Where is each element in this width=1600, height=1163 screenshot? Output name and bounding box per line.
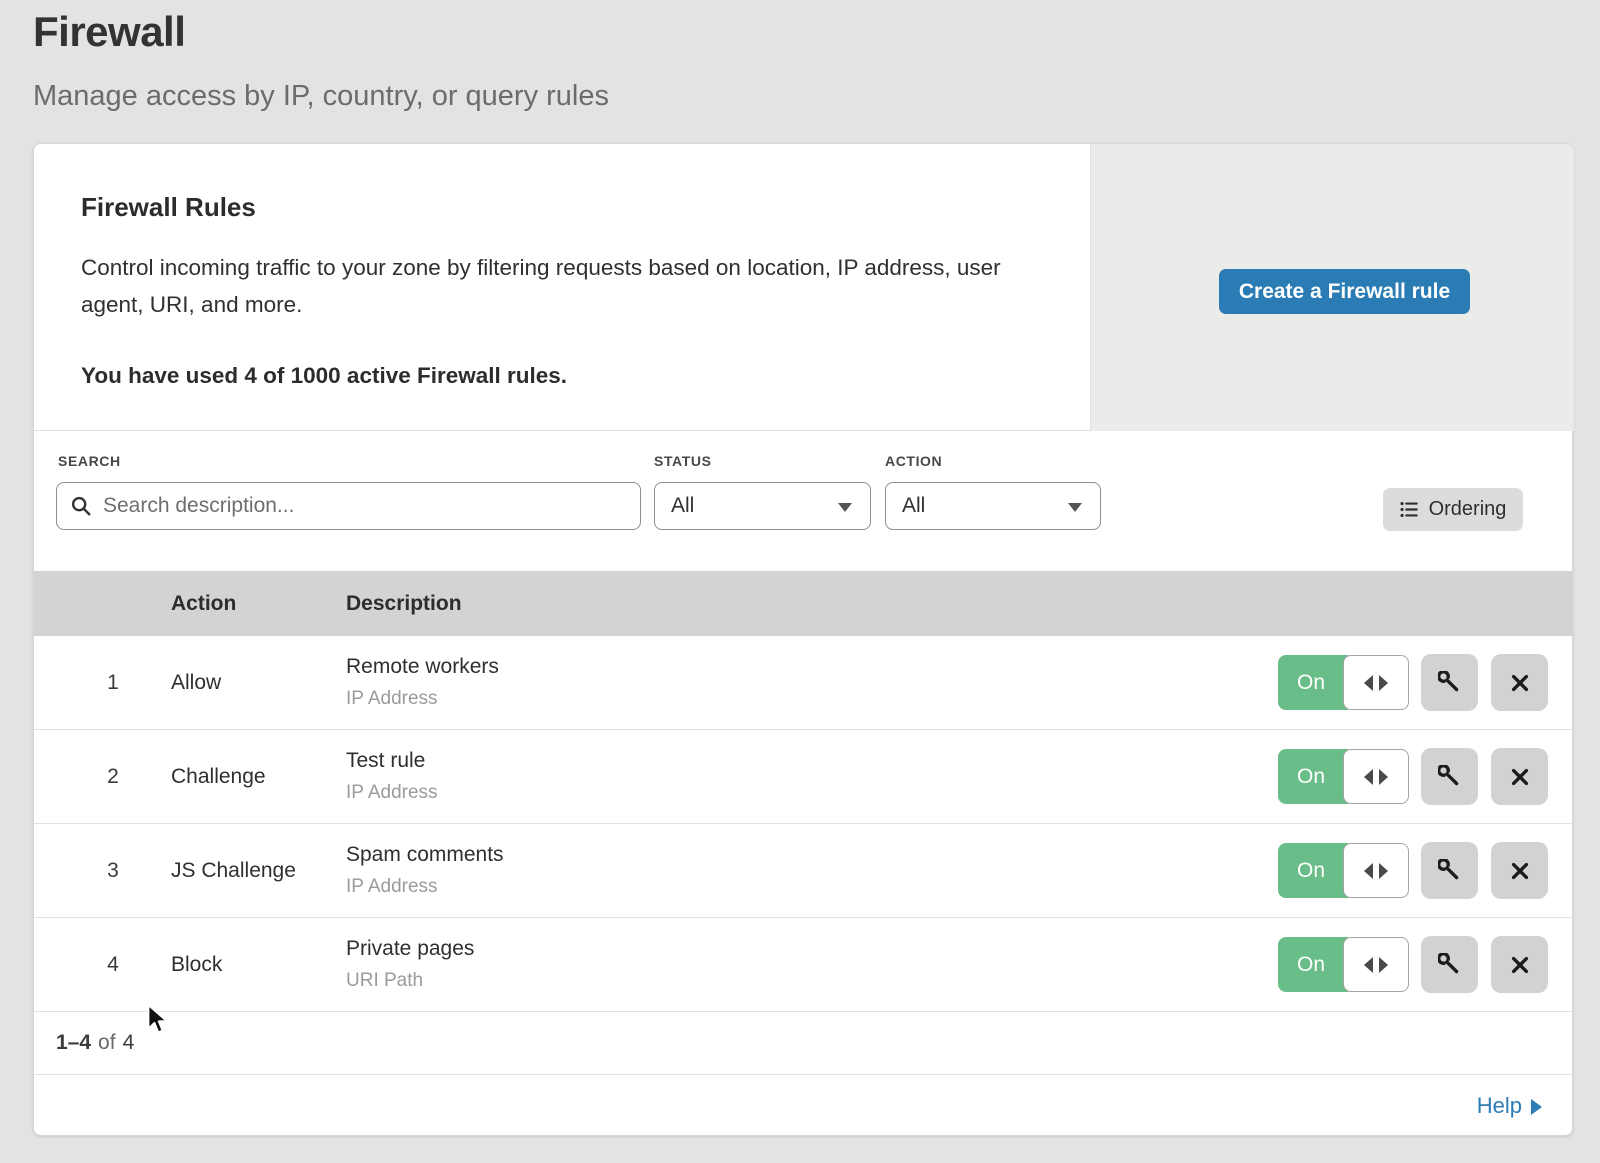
chevron-down-icon xyxy=(1068,503,1082,512)
column-header-description: Description xyxy=(346,592,462,616)
search-field-wrap xyxy=(56,482,641,530)
arrow-right-icon xyxy=(1379,675,1388,691)
rule-enabled-toggle[interactable]: On xyxy=(1278,937,1409,992)
edit-rule-button[interactable] xyxy=(1421,936,1478,993)
rule-priority: 1 xyxy=(98,671,128,695)
status-select-value: All xyxy=(671,494,694,518)
rules-summary-section: Firewall Rules Control incoming traffic … xyxy=(34,144,1572,431)
rule-action: Challenge xyxy=(171,765,266,789)
table-header: Action Description xyxy=(34,571,1572,636)
filters-bar: SEARCH STATUS All ACTION All xyxy=(34,431,1572,571)
pagination-status: 1–4 of 4 xyxy=(34,1012,1572,1074)
toggle-handle[interactable] xyxy=(1343,937,1409,992)
rules-description: Control incoming traffic to your zone by… xyxy=(81,249,1031,323)
rule-match-type: IP Address xyxy=(346,688,438,710)
edit-rule-button[interactable] xyxy=(1421,654,1478,711)
rule-action: Block xyxy=(171,953,222,977)
create-firewall-rule-button[interactable]: Create a Firewall rule xyxy=(1219,269,1470,314)
firewall-page: Firewall Manage access by IP, country, o… xyxy=(0,0,1600,1163)
delete-rule-button[interactable] xyxy=(1491,936,1548,993)
action-label: ACTION xyxy=(885,453,942,469)
close-icon xyxy=(1509,954,1531,976)
arrow-left-icon xyxy=(1364,957,1373,973)
help-link[interactable]: Help xyxy=(1477,1093,1542,1119)
page-subtitle: Manage access by IP, country, or query r… xyxy=(33,80,609,113)
pagination-total: 4 xyxy=(123,1031,135,1055)
table-row: 4 Block Private pages URI Path On xyxy=(34,918,1572,1012)
rule-priority: 3 xyxy=(98,859,128,883)
arrow-right-icon xyxy=(1531,1099,1542,1115)
arrow-left-icon xyxy=(1364,863,1373,879)
rule-match-type: IP Address xyxy=(346,782,438,804)
search-icon xyxy=(70,495,92,517)
rules-usage-note: You have used 4 of 1000 active Firewall … xyxy=(81,363,1081,389)
toggle-handle[interactable] xyxy=(1343,749,1409,804)
rule-description: Spam comments xyxy=(346,843,504,867)
rule-enabled-toggle[interactable]: On xyxy=(1278,655,1409,710)
toggle-on-segment: On xyxy=(1278,749,1348,804)
rule-action: Allow xyxy=(171,671,221,695)
rule-description: Private pages xyxy=(346,937,474,961)
delete-rule-button[interactable] xyxy=(1491,748,1548,805)
rule-description: Test rule xyxy=(346,749,425,773)
delete-rule-button[interactable] xyxy=(1491,654,1548,711)
search-input[interactable] xyxy=(56,482,641,530)
toggle-on-segment: On xyxy=(1278,843,1348,898)
wrench-icon xyxy=(1438,859,1462,883)
rules-heading: Firewall Rules xyxy=(81,192,1081,223)
status-label: STATUS xyxy=(654,453,712,469)
rules-summary-text: Firewall Rules Control incoming traffic … xyxy=(81,192,1081,389)
rule-match-type: IP Address xyxy=(346,876,438,898)
card-footer: Help xyxy=(34,1074,1572,1137)
rules-table-body: 1 Allow Remote workers IP Address On xyxy=(34,636,1572,1012)
toggle-handle[interactable] xyxy=(1343,843,1409,898)
chevron-down-icon xyxy=(838,503,852,512)
pagination-of-label: of xyxy=(98,1031,116,1055)
edit-rule-button[interactable] xyxy=(1421,842,1478,899)
delete-rule-button[interactable] xyxy=(1491,842,1548,899)
close-icon xyxy=(1509,766,1531,788)
action-select-value: All xyxy=(902,494,925,518)
ordering-button[interactable]: Ordering xyxy=(1383,488,1523,531)
create-rule-panel: Create a Firewall rule xyxy=(1090,144,1574,431)
search-label: SEARCH xyxy=(58,453,121,469)
table-row: 1 Allow Remote workers IP Address On xyxy=(34,636,1572,730)
help-link-label: Help xyxy=(1477,1093,1522,1119)
toggle-on-segment: On xyxy=(1278,937,1348,992)
ordering-button-label: Ordering xyxy=(1429,498,1507,521)
arrow-right-icon xyxy=(1379,863,1388,879)
wrench-icon xyxy=(1438,953,1462,977)
ordered-list-icon xyxy=(1400,500,1419,519)
rule-enabled-toggle[interactable]: On xyxy=(1278,843,1409,898)
mouse-cursor xyxy=(147,1004,173,1036)
rule-match-type: URI Path xyxy=(346,970,423,992)
table-row: 3 JS Challenge Spam comments IP Address … xyxy=(34,824,1572,918)
rule-description: Remote workers xyxy=(346,655,499,679)
edit-rule-button[interactable] xyxy=(1421,748,1478,805)
column-header-action: Action xyxy=(171,592,236,616)
arrow-right-icon xyxy=(1379,957,1388,973)
wrench-icon xyxy=(1438,671,1462,695)
arrow-right-icon xyxy=(1379,769,1388,785)
page-title: Firewall xyxy=(33,8,185,56)
table-row: 2 Challenge Test rule IP Address On xyxy=(34,730,1572,824)
wrench-icon xyxy=(1438,765,1462,789)
close-icon xyxy=(1509,860,1531,882)
arrow-left-icon xyxy=(1364,675,1373,691)
pagination-range: 1–4 xyxy=(56,1031,91,1055)
firewall-rules-card: Firewall Rules Control incoming traffic … xyxy=(33,143,1573,1136)
rule-priority: 4 xyxy=(98,953,128,977)
rule-enabled-toggle[interactable]: On xyxy=(1278,749,1409,804)
status-select[interactable]: All xyxy=(654,482,871,530)
rule-priority: 2 xyxy=(98,765,128,789)
toggle-handle[interactable] xyxy=(1343,655,1409,710)
rule-action: JS Challenge xyxy=(171,859,296,883)
arrow-left-icon xyxy=(1364,769,1373,785)
action-select[interactable]: All xyxy=(885,482,1101,530)
toggle-on-segment: On xyxy=(1278,655,1348,710)
close-icon xyxy=(1509,672,1531,694)
